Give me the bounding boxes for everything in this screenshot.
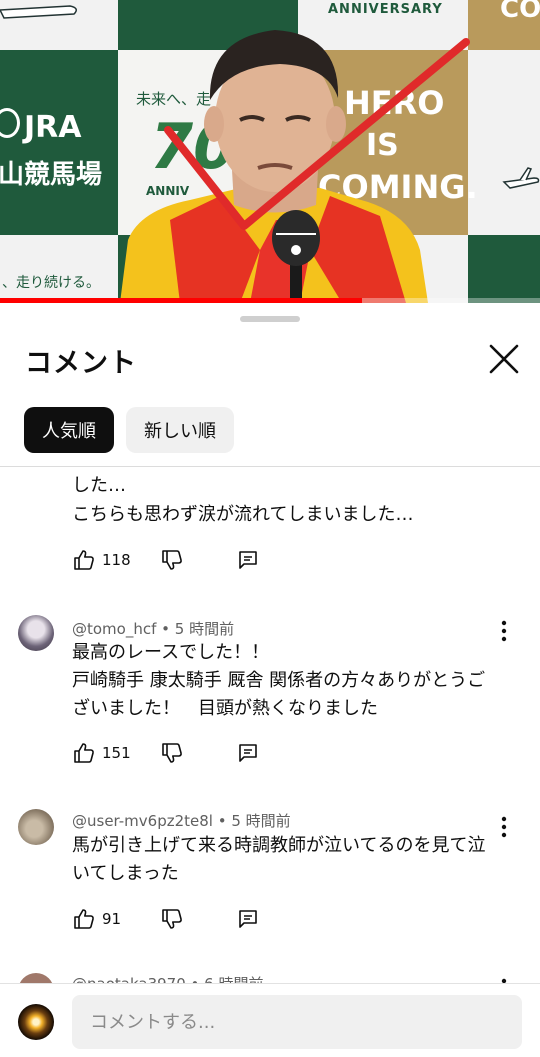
- reply-icon[interactable]: [236, 741, 260, 765]
- more-options-icon[interactable]: [494, 619, 514, 643]
- avatar[interactable]: [18, 973, 54, 983]
- like-count: 118: [102, 551, 131, 569]
- comments-list[interactable]: した… こちらも思わず涙が流れてしまいました… 118 @tomo_hcf • …: [0, 467, 540, 983]
- meta-separator: •: [191, 975, 205, 983]
- comment-input[interactable]: [72, 995, 522, 1049]
- meta-separator: •: [217, 812, 232, 830]
- comment-text-line: した…: [72, 475, 126, 496]
- sort-chips: 人気順 新しい順: [24, 407, 234, 453]
- comment-text-line: 最高のレースでした！！: [72, 642, 270, 663]
- comment-meta: @naotaka3970 • 6 時間前: [72, 973, 263, 983]
- comment-actions: 151: [72, 740, 260, 766]
- meta-separator: •: [161, 620, 175, 638]
- more-options-icon[interactable]: [494, 815, 514, 839]
- comment-meta: @user-mv6pz2te8l • 5 時間前: [72, 810, 291, 831]
- my-avatar[interactable]: [18, 1004, 54, 1040]
- comment-meta: @tomo_hcf • 5 時間前: [72, 618, 234, 639]
- comment-text-line: 戸崎騎手 康太騎手 厩舎 関係者の方々ありがとうご: [72, 670, 486, 691]
- drag-handle[interactable]: [240, 316, 300, 322]
- like-count: 91: [102, 910, 122, 928]
- comment-text-line: こちらも思わず涙が流れてしまいました…: [72, 504, 414, 525]
- comment-actions: 91: [72, 906, 260, 932]
- comment-text-line: ざいました！ 目頭が熱くなりました: [72, 698, 378, 719]
- comment-author[interactable]: @user-mv6pz2te8l: [72, 812, 213, 830]
- dislike-icon[interactable]: [160, 548, 184, 572]
- sheet-title: コメント: [25, 348, 137, 379]
- comment-time: 5 時間前: [231, 812, 291, 830]
- video-player[interactable]: ANNIVERSARY CO JRA 山競馬場 、走り続ける。 未来へ、走 70…: [0, 0, 540, 303]
- comment-time: 6 時間前: [204, 975, 263, 983]
- sort-chip-newest[interactable]: 新しい順: [126, 407, 234, 453]
- comment-time: 5 時間前: [174, 620, 235, 638]
- like-count: 151: [102, 744, 131, 762]
- reply-icon[interactable]: [236, 907, 260, 931]
- comment-actions: 118: [72, 547, 260, 573]
- comment-author[interactable]: @naotaka3970: [72, 975, 186, 983]
- comments-sheet: コメント 人気順 新しい順 した… こちらも思わず涙が流れてしまいました… 11…: [0, 303, 540, 1057]
- comment-author[interactable]: @tomo_hcf: [72, 620, 156, 638]
- drawn-checkmark: [164, 38, 470, 230]
- comment-text-line: 馬が引き上げて来る時調教師が泣いてるのを見て泣: [72, 835, 486, 856]
- dislike-icon[interactable]: [160, 907, 184, 931]
- like-icon[interactable]: [72, 907, 96, 931]
- like-icon[interactable]: [72, 741, 96, 765]
- dislike-icon[interactable]: [160, 741, 184, 765]
- comment-text-line: いてしまった: [72, 863, 179, 884]
- sort-chip-popular[interactable]: 人気順: [24, 407, 114, 453]
- reply-icon[interactable]: [236, 548, 260, 572]
- avatar[interactable]: [18, 809, 54, 845]
- comment-compose-bar: [0, 983, 540, 1057]
- close-icon[interactable]: [484, 339, 524, 379]
- like-icon[interactable]: [72, 548, 96, 572]
- avatar[interactable]: [18, 615, 54, 651]
